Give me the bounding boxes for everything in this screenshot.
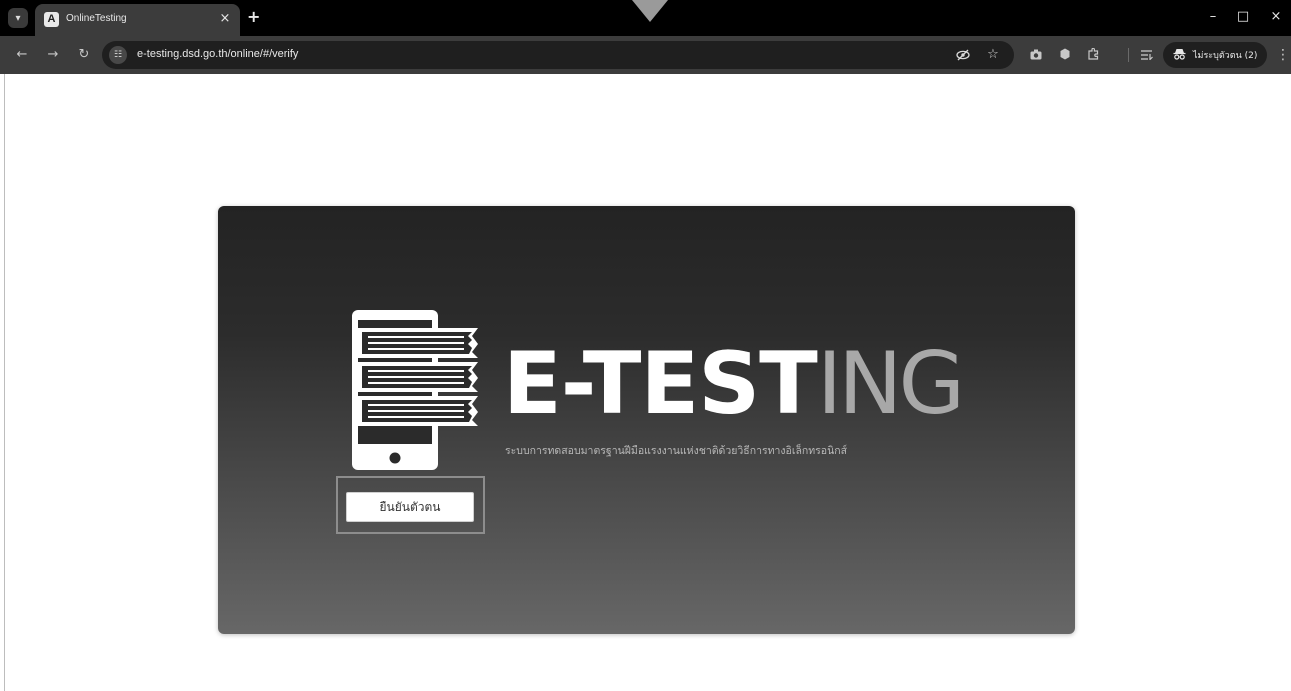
forward-button[interactable]: → — [44, 46, 62, 64]
brand-wordmark-bold: E-TEST — [503, 334, 818, 434]
browser-toolbar: ← → ↻ ☷ e-testing.dsd.go.th/online/#/ver… — [0, 36, 1291, 74]
star-icon[interactable]: ☆ — [984, 46, 1002, 64]
chevron-down-icon: ▾ — [15, 12, 21, 24]
back-button[interactable]: ← — [13, 46, 31, 64]
address-bar[interactable]: ☷ e-testing.dsd.go.th/online/#/verify ☆ — [102, 41, 1014, 69]
e-testing-logo — [348, 306, 488, 474]
verify-focus-frame: ยืนยันตัวตน — [336, 476, 485, 534]
puzzle-icon[interactable] — [1085, 45, 1103, 66]
toolbar-divider — [1128, 48, 1129, 62]
site-info-icon[interactable]: ☷ — [109, 46, 127, 64]
maximize-button[interactable]: □ — [1233, 8, 1253, 26]
close-window-button[interactable]: × — [1266, 8, 1286, 26]
verify-card: E-TESTING ระบบการทดสอบมาตรฐานฝีมือแรงงาน… — [218, 206, 1075, 634]
brand-wordmark-light: ING — [816, 334, 965, 434]
more-icon[interactable]: ⋮ — [1276, 45, 1290, 65]
eye-off-icon[interactable] — [954, 46, 972, 68]
reading-list-icon[interactable] — [1138, 45, 1156, 66]
tab-strip: ▾ A OnlineTesting × + – □ × — [0, 0, 1291, 36]
favicon-icon: A — [44, 12, 59, 27]
verify-identity-button[interactable]: ยืนยันตัวตน — [346, 492, 474, 522]
brand-wordmark: E-TESTING — [503, 334, 965, 434]
tab-close-icon[interactable]: × — [217, 10, 233, 28]
brand-tagline: ระบบการทดสอบมาตรฐานฝีมือแรงงานแห่งชาติด้… — [505, 445, 848, 457]
tab-search-button[interactable]: ▾ — [8, 8, 28, 28]
tab-title: OnlineTesting — [66, 13, 127, 24]
camera-icon[interactable] — [1027, 45, 1045, 66]
page-edge-line — [4, 74, 5, 691]
profile-label: ไม่ระบุตัวตน (2) — [1193, 51, 1258, 61]
extension-icon[interactable] — [1056, 45, 1074, 66]
caret-down-icon — [632, 0, 668, 22]
minimize-button[interactable]: – — [1203, 8, 1223, 26]
new-tab-button[interactable]: + — [247, 7, 260, 27]
incognito-profile-button[interactable]: ไม่ระบุตัวตน (2) — [1163, 42, 1267, 68]
incognito-icon — [1173, 46, 1186, 65]
url-text[interactable]: e-testing.dsd.go.th/online/#/verify — [137, 48, 298, 60]
reload-button[interactable]: ↻ — [75, 46, 93, 64]
tab-online-testing[interactable]: A OnlineTesting × — [35, 4, 240, 36]
